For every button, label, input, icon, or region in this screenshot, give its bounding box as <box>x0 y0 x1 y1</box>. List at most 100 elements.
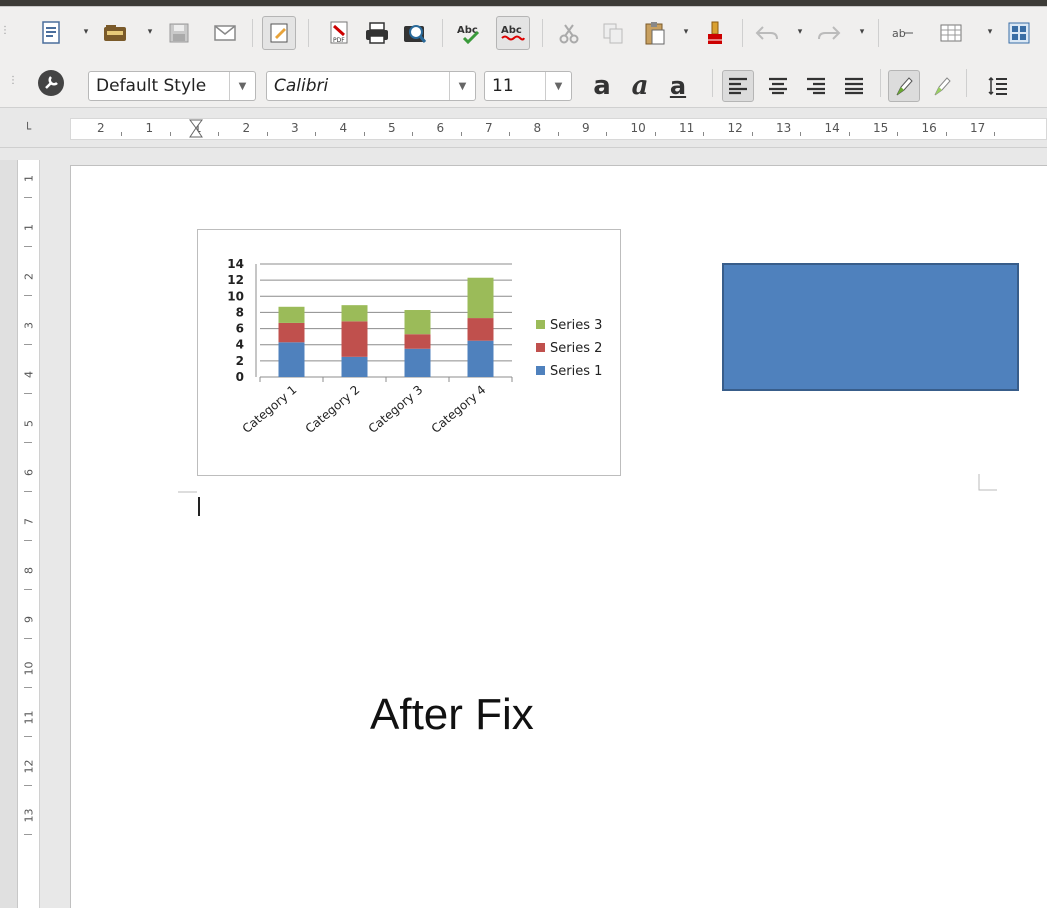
print-preview-icon[interactable] <box>398 16 432 50</box>
justify-button[interactable] <box>838 70 870 102</box>
open-dropdown-icon[interactable]: ▾ <box>146 27 154 36</box>
toolbar-grip-icon[interactable]: ⋮ <box>0 25 10 41</box>
ruler-number: 5 <box>22 420 36 427</box>
ruler-tick <box>24 393 32 394</box>
save-icon[interactable] <box>162 16 196 50</box>
bold-glyph: a <box>593 71 611 101</box>
bar-segment <box>278 342 305 377</box>
legend-swatch <box>536 366 545 375</box>
vertical-ruler[interactable]: 1 1 2 3 4 5 6 7 8 9 10 11 12 13 <box>18 160 40 908</box>
bar-segment <box>278 306 305 323</box>
ruler-tick <box>24 246 32 247</box>
bar-segment <box>404 310 431 335</box>
ruler-number: 1 <box>145 121 154 135</box>
ruler-tick <box>509 132 510 136</box>
text-cursor <box>198 497 200 516</box>
ruler-number: 15 <box>873 121 889 135</box>
table-dropdown-icon[interactable]: ▾ <box>986 27 994 36</box>
paste-icon[interactable] <box>638 16 672 50</box>
ruler-number: 8 <box>533 121 542 135</box>
ruler-tick <box>266 132 268 136</box>
align-right-icon <box>807 77 825 95</box>
ruler-number: 10 <box>630 121 646 135</box>
toolbar-grip-icon[interactable]: ⋮ <box>8 75 18 91</box>
tab-stop-selector-icon[interactable]: └ <box>24 122 31 136</box>
chevron-down-icon[interactable]: ▼ <box>545 72 571 100</box>
insert-table-icon[interactable] <box>934 16 968 50</box>
paragraph-style-combo[interactable]: Default Style ▼ <box>88 71 256 101</box>
y-tick-label: 6 <box>236 322 244 336</box>
rectangle-shape[interactable] <box>722 263 1019 391</box>
separator <box>880 68 881 97</box>
redo-dropdown-icon[interactable]: ▾ <box>858 27 866 36</box>
new-dropdown-icon[interactable]: ▾ <box>82 27 90 36</box>
ruler-tick <box>121 132 122 136</box>
styles-sidebar-icon[interactable] <box>34 66 68 100</box>
separator <box>966 68 967 97</box>
font-name-combo[interactable]: Calibri ▼ <box>266 71 476 101</box>
chevron-down-icon[interactable]: ▼ <box>449 72 475 100</box>
bar-segment <box>341 305 368 322</box>
ruler-tick <box>24 785 32 786</box>
separator <box>252 18 253 47</box>
chevron-down-icon[interactable]: ▼ <box>229 72 255 100</box>
line-spacing-icon <box>988 76 1007 96</box>
align-left-button[interactable] <box>722 70 754 102</box>
indent-marker-icon[interactable] <box>189 119 203 139</box>
y-tick-label: 10 <box>227 289 244 303</box>
ruler-number: 11 <box>679 121 695 135</box>
highlight-button[interactable] <box>888 70 920 102</box>
horizontal-ruler[interactable]: └ 2 1 1 2 3 4 5 6 7 8 9 10 11 12 13 14 15 16 17 <box>0 108 1047 148</box>
print-icon[interactable] <box>360 16 394 50</box>
cut-icon[interactable] <box>552 16 586 50</box>
document-text[interactable]: After Fix <box>370 690 534 740</box>
character-highlight-button[interactable] <box>926 70 958 102</box>
redo-icon[interactable] <box>812 16 846 50</box>
find-replace-icon[interactable]: ab <box>886 16 920 50</box>
ruler-tick <box>24 687 32 688</box>
font-size-value: 11 <box>492 76 514 96</box>
separator <box>542 18 543 47</box>
separator <box>878 18 879 47</box>
insert-image-icon[interactable] <box>1002 16 1036 50</box>
crop-mark <box>178 491 197 493</box>
copy-icon[interactable] <box>596 16 630 50</box>
spelling-icon[interactable]: Abc <box>452 16 486 50</box>
paste-dropdown-icon[interactable]: ▾ <box>682 27 690 36</box>
align-right-button[interactable] <box>800 70 832 102</box>
x-tick-label: Category 2 <box>303 383 363 436</box>
x-tick-label: Category 4 <box>429 383 489 436</box>
separator <box>742 18 743 47</box>
ruler-tick <box>24 736 32 737</box>
ruler-number: 2 <box>22 273 36 280</box>
bold-button[interactable]: a <box>586 70 618 102</box>
edit-mode-icon[interactable] <box>262 15 296 50</box>
separator <box>308 18 309 47</box>
undo-icon[interactable] <box>750 16 784 50</box>
chart-object[interactable]: 0 2 4 6 8 10 12 14 Category 1 Category 2 Category … <box>197 229 621 476</box>
ruler-tick <box>897 132 898 136</box>
ruler-tick <box>945 132 947 136</box>
ruler-tick <box>848 132 850 136</box>
email-icon[interactable] <box>208 16 242 50</box>
ruler-tick <box>654 132 656 136</box>
clone-formatting-icon[interactable] <box>698 16 732 50</box>
ruler-tick <box>24 540 32 541</box>
align-center-button[interactable] <box>762 70 794 102</box>
line-spacing-button[interactable] <box>982 70 1014 102</box>
italic-button[interactable]: a <box>624 70 656 102</box>
new-document-icon[interactable] <box>34 16 68 50</box>
font-size-combo[interactable]: 11 ▼ <box>484 71 572 101</box>
ruler-number: 9 <box>22 616 36 623</box>
autospell-icon[interactable]: Abc <box>496 15 530 50</box>
underline-button[interactable]: a <box>662 70 694 102</box>
ruler-number: 2 <box>242 121 251 135</box>
ruler-number: 12 <box>22 759 36 774</box>
stacked-bar-chart: 02468101214Category 1 Category 2 Category … <box>227 257 602 436</box>
export-pdf-icon[interactable]: PDF <box>322 16 356 50</box>
ruler-bar[interactable]: 2 1 1 2 3 4 5 6 7 8 9 10 11 12 13 14 15 16 17 <box>70 118 1047 140</box>
undo-dropdown-icon[interactable]: ▾ <box>796 27 804 36</box>
y-tick-label: 8 <box>236 305 244 319</box>
open-icon[interactable] <box>98 16 132 50</box>
ruler-tick <box>24 442 32 443</box>
